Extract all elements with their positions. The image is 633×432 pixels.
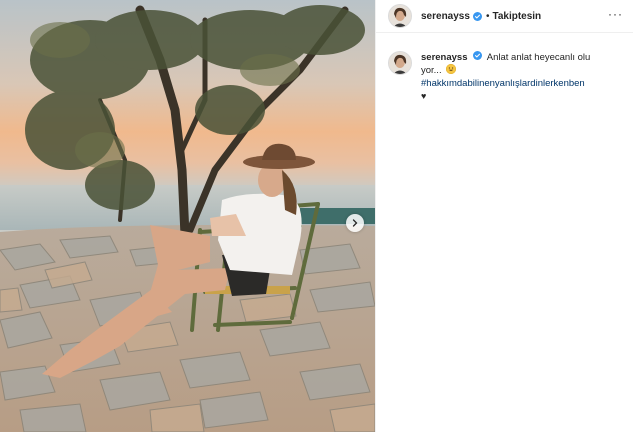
more-options-icon[interactable]: ··· — [608, 8, 623, 23]
post-photo[interactable] — [0, 0, 375, 432]
avatar[interactable] — [388, 51, 412, 75]
caption-username-link[interactable]: serenayss — [421, 52, 467, 63]
heart-icon: ♥ — [421, 91, 427, 101]
next-arrow-icon — [352, 219, 358, 227]
instagram-post: serenayss • Takiptesin ··· serenayss Anl… — [0, 0, 633, 432]
avatar[interactable] — [388, 4, 412, 28]
post-side-panel: serenayss • Takiptesin ··· serenayss Anl… — [375, 0, 633, 432]
verified-badge-icon — [472, 11, 482, 21]
following-button[interactable]: Takiptesin — [492, 11, 541, 22]
caption-comment: serenayss Anlat anlat heyecanlı oluyor..… — [376, 33, 633, 103]
next-photo-button[interactable] — [346, 214, 364, 232]
emoji-icon — [446, 64, 457, 74]
follow-separator: • — [485, 10, 490, 22]
verified-badge-icon — [473, 51, 483, 60]
post-header: serenayss • Takiptesin ··· — [376, 0, 633, 33]
caption-text-block: serenayss Anlat anlat heyecanlı oluyor..… — [421, 51, 591, 103]
username-link[interactable]: serenayss — [421, 11, 470, 22]
hashtag-link[interactable]: #hakkımdabilinenyanlışlardinlerkenben — [421, 78, 585, 89]
photo-scene — [0, 0, 375, 432]
